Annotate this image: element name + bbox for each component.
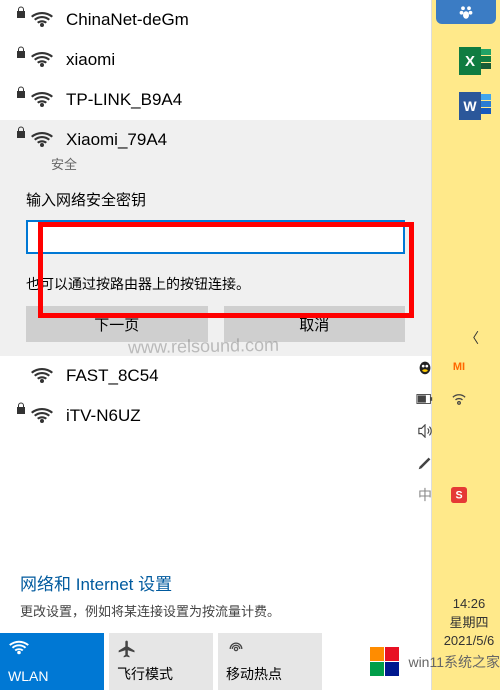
wifi-toggle-icon bbox=[8, 639, 96, 659]
lock-icon bbox=[16, 402, 26, 414]
tray-icons: MI 中 S bbox=[414, 356, 472, 506]
wifi-ssid: xiaomi bbox=[66, 50, 115, 70]
mi-icon[interactable]: MI bbox=[448, 356, 470, 378]
excel-icon[interactable]: X bbox=[450, 40, 500, 82]
toggle-label: 移动热点 bbox=[226, 664, 314, 684]
wifi-item[interactable]: FAST_8C54 bbox=[0, 356, 431, 396]
svg-text:X: X bbox=[465, 53, 475, 70]
wifi-signal-icon bbox=[30, 50, 54, 70]
lock-icon bbox=[16, 46, 26, 58]
qq-icon[interactable] bbox=[414, 356, 436, 378]
wifi-item[interactable]: TP-LINK_B9A4 bbox=[0, 80, 431, 120]
win-logo-icon bbox=[370, 647, 400, 677]
pen-icon[interactable] bbox=[414, 452, 436, 474]
quick-toggles: WLAN 飞行模式 移动热点 bbox=[0, 633, 322, 690]
battery-icon[interactable] bbox=[414, 388, 436, 410]
wifi-signal-icon bbox=[30, 90, 54, 110]
tray-expand-chevron-icon[interactable]: 〈 bbox=[465, 328, 479, 348]
wifi-signal-icon bbox=[30, 130, 54, 150]
wifi-signal-icon bbox=[30, 10, 54, 30]
connect-area: 输入网络安全密钥 bbox=[0, 173, 431, 254]
wifi-item[interactable]: xiaomi bbox=[0, 40, 431, 80]
password-prompt: 输入网络安全密钥 bbox=[26, 189, 405, 210]
taskbar-right: X W 〈 MI 中 S 14:26 星期四 2021/5/6 bbox=[432, 0, 500, 690]
wifi-item[interactable]: ChinaNet-deGm bbox=[0, 0, 431, 40]
cancel-button[interactable]: 取消 bbox=[224, 306, 406, 342]
toggle-hotspot[interactable]: 移动热点 bbox=[218, 633, 322, 690]
wifi-ssid: Xiaomi_79A4 bbox=[66, 130, 167, 150]
word-icon[interactable]: W bbox=[450, 85, 500, 127]
clock-time: 14:26 bbox=[440, 595, 498, 613]
toggle-airplane[interactable]: 飞行模式 bbox=[109, 633, 213, 690]
baidu-paw-icon[interactable] bbox=[436, 0, 496, 24]
settings-sub: 更改设置，例如将某连接设置为按流量计费。 bbox=[20, 601, 411, 620]
wifi-tray-icon[interactable] bbox=[448, 388, 470, 410]
wifi-signal-icon bbox=[30, 406, 54, 426]
connect-buttons: 下一页 取消 bbox=[26, 306, 405, 342]
svg-text:W: W bbox=[463, 98, 477, 114]
wifi-item[interactable]: iTV-N6UZ bbox=[0, 396, 431, 436]
wifi-ssid: ChinaNet-deGm bbox=[66, 10, 189, 30]
volume-icon[interactable] bbox=[414, 420, 436, 442]
branding: win11系统之家 bbox=[330, 640, 500, 684]
toggle-wlan[interactable]: WLAN bbox=[0, 633, 104, 690]
network-settings-link[interactable]: 网络和 Internet 设置 更改设置，例如将某连接设置为按流量计费。 bbox=[0, 560, 431, 630]
security-label: 安全 bbox=[51, 154, 431, 173]
lock-icon bbox=[16, 126, 26, 138]
system-tray: 〈 bbox=[444, 328, 500, 348]
wifi-item-expanded: Xiaomi_79A4 安全 输入网络安全密钥 也可以通过按路由器上的按钮连接。… bbox=[0, 120, 431, 356]
ime-icon[interactable]: 中 bbox=[414, 484, 436, 506]
sogou-icon[interactable]: S bbox=[448, 484, 470, 506]
wifi-ssid: TP-LINK_B9A4 bbox=[66, 90, 182, 110]
hotspot-icon bbox=[226, 639, 314, 659]
wifi-ssid: FAST_8C54 bbox=[66, 366, 159, 386]
airplane-icon bbox=[117, 639, 205, 659]
settings-title: 网络和 Internet 设置 bbox=[20, 570, 411, 595]
logo-text: win11系统之家 bbox=[408, 652, 500, 672]
wifi-ssid: iTV-N6UZ bbox=[66, 406, 141, 426]
wps-hint: 也可以通过按路由器上的按钮连接。 bbox=[0, 274, 431, 294]
lock-icon bbox=[16, 86, 26, 98]
toggle-label: 飞行模式 bbox=[117, 664, 205, 684]
toggle-label: WLAN bbox=[8, 668, 96, 684]
wifi-signal-icon bbox=[30, 366, 54, 386]
next-button[interactable]: 下一页 bbox=[26, 306, 208, 342]
svg-text:S: S bbox=[455, 490, 462, 502]
wifi-panel: ChinaNet-deGm xiaomi TP-LINK_B9A4 Xiaomi… bbox=[0, 0, 432, 690]
password-input[interactable] bbox=[26, 220, 405, 254]
clock-weekday: 星期四 bbox=[440, 614, 498, 632]
lock-icon bbox=[16, 6, 26, 18]
